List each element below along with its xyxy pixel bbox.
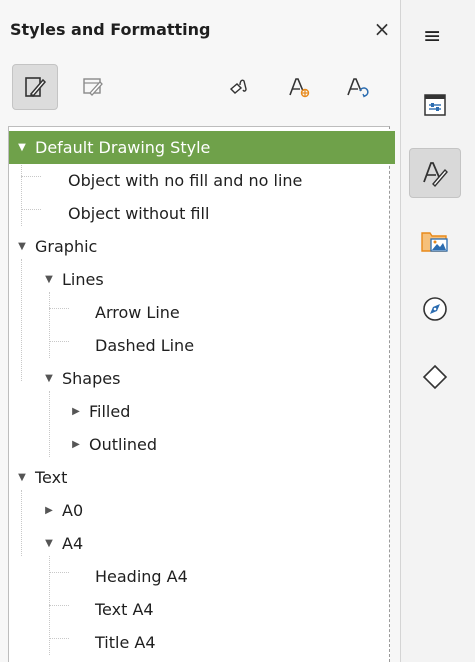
sidebar-menu-icon[interactable]: ≡ [423,26,441,48]
presentation-styles-button[interactable] [70,64,116,110]
tree-item[interactable]: ▼ Graphic [9,230,395,263]
tree-item-label: A0 [62,501,84,520]
tree-item-label: Dashed Line [95,336,195,355]
sidebar-deck: ≡ [401,0,475,662]
tree-item[interactable]: ▼ Lines [9,263,422,296]
tree-item[interactable]: ▼ Shapes [9,362,422,395]
collapsed-arrow-icon[interactable]: ▶ [42,505,56,516]
tree-item-label: Arrow Line [95,303,180,322]
sidebar-tab-shapes[interactable] [409,352,461,402]
sidebar-tab-navigator[interactable] [409,284,461,334]
tree-item[interactable]: Object with no fill and no line [9,164,448,197]
tree-item-label: Filled [89,402,131,421]
tree-item[interactable]: Object without fill [9,197,448,230]
styles-toolbar [0,62,400,116]
gallery-icon [421,232,448,252]
drawing-styles-button[interactable] [12,64,58,110]
collapsed-arrow-icon[interactable]: ▶ [69,406,83,417]
expanded-arrow-icon[interactable]: ▼ [15,241,29,252]
styles-panel: Styles and Formatting × ▼ Default Drawin… [0,0,401,662]
panel-title: Styles and Formatting [10,20,211,39]
tree-item-label: Text A4 [95,600,154,619]
update-style-button[interactable] [334,64,380,110]
tree-item-label: Object with no fill and no line [68,171,303,190]
tree-item[interactable]: ▶ A0 [9,494,422,527]
drawing-styles-icon [25,77,47,98]
tree-item-label: Graphic [35,237,98,256]
tree-item-label: Title A4 [95,633,156,652]
presentation-styles-icon [83,78,103,96]
sidebar-tab-properties[interactable] [409,80,461,130]
expanded-arrow-icon[interactable]: ▼ [42,538,56,549]
tree-item-label: Outlined [89,435,158,454]
expanded-arrow-icon[interactable]: ▼ [42,274,56,285]
expanded-arrow-icon[interactable]: ▼ [15,472,29,483]
collapsed-arrow-icon[interactable]: ▶ [69,439,83,450]
tree-item[interactable]: ▼ Text [9,461,395,494]
expanded-arrow-icon[interactable]: ▼ [42,373,56,384]
styles-icon [423,162,448,188]
styles-tree[interactable]: ▼ Default Drawing Style Object with no f… [8,126,395,662]
tree-item[interactable]: ▼ A4 [9,527,422,560]
new-style-icon [289,78,310,98]
tree-item-label: Shapes [62,369,121,388]
navigator-icon [423,297,447,321]
tree-item-label: Default Drawing Style [35,138,211,157]
tree-item-label: Text [35,468,68,487]
fill-format-mode-button[interactable] [216,64,262,110]
tree-item-label: Heading A4 [95,567,188,586]
expanded-arrow-icon[interactable]: ▼ [15,142,29,153]
close-button[interactable]: × [372,18,392,40]
update-style-icon [347,78,369,98]
tree-item[interactable]: ▶ Outlined [9,428,449,461]
properties-icon [424,94,446,116]
shapes-icon [422,364,448,390]
tree-item-label: Lines [62,270,104,289]
tree-item-label: Object without fill [68,204,210,223]
tree-item[interactable]: ▼ Default Drawing Style [9,131,395,164]
tree-item-label: A4 [62,534,84,553]
fill-format-icon [229,79,247,94]
sidebar-tab-gallery[interactable] [409,216,461,266]
sidebar-tab-styles[interactable] [409,148,461,198]
new-style-from-selection-button[interactable] [276,64,322,110]
tree-item[interactable]: ▶ Filled [9,395,449,428]
